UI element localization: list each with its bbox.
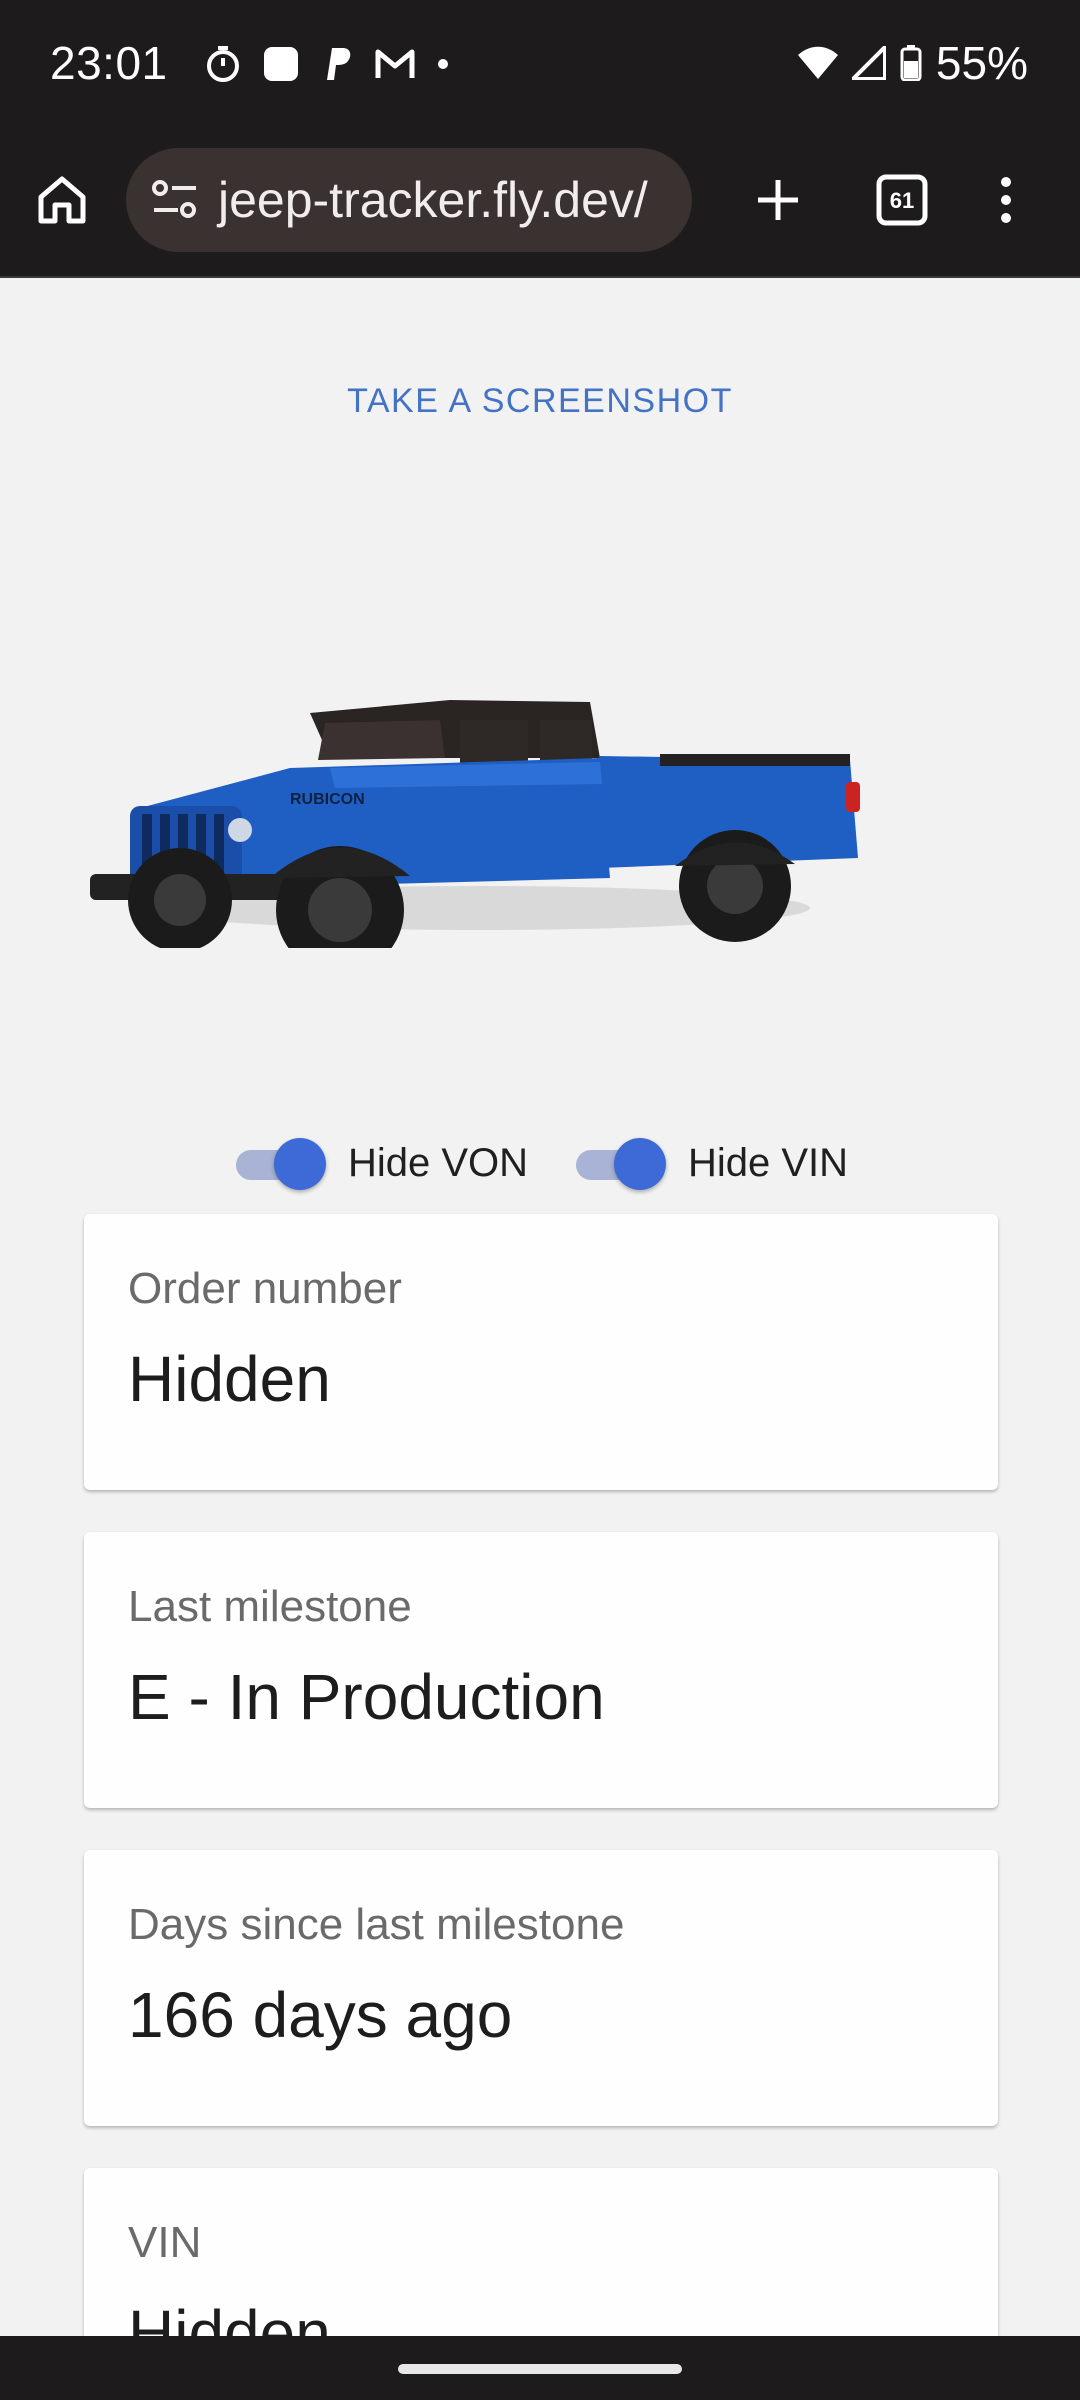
card-label: Last milestone (128, 1582, 412, 1631)
take-screenshot-button[interactable]: TAKE A SCREENSHOT (0, 382, 1080, 421)
hide-vin-switch[interactable] (572, 1136, 668, 1190)
new-tab-button[interactable] (738, 160, 818, 240)
site-settings-icon[interactable] (150, 178, 200, 222)
home-icon (38, 176, 86, 224)
system-icons: 55% (797, 36, 1028, 90)
home-gesture-handle[interactable] (398, 2364, 682, 2374)
last-milestone-card: Last milestone E - In Production (84, 1532, 998, 1808)
battery-icon (900, 45, 922, 81)
days-since-milestone-card: Days since last milestone 166 days ago (84, 1850, 998, 2126)
browser-toolbar: jeep-tracker.fly.dev/ 61 (0, 130, 1080, 276)
notification-icons (205, 44, 449, 84)
switch-thumb (273, 1138, 326, 1190)
hide-von-toggle-group: Hide VON (232, 1136, 528, 1190)
timer-icon (207, 46, 239, 82)
hide-vin-label: Hide VIN (688, 1140, 849, 1185)
card-label: VIN (128, 2218, 202, 2267)
card-label: Days since last milestone (128, 1900, 625, 1949)
vin-card: VIN Hidden (84, 2168, 998, 2336)
gmail-icon (375, 49, 415, 78)
square-icon (264, 47, 298, 81)
tab-switcher-button[interactable]: 61 (862, 160, 942, 240)
signal-icon (851, 46, 886, 80)
hide-von-switch[interactable] (232, 1136, 328, 1190)
status-bar: 23:01 55% (0, 0, 1080, 130)
switch-thumb (614, 1138, 666, 1190)
jeep-image: RUBICON (80, 608, 880, 974)
card-value: Hidden (128, 2297, 331, 2336)
order-number-card: Order number Hidden (84, 1214, 998, 1490)
web-page: TAKE A SCREENSHOT RUBICON Hide VON Hide … (0, 276, 1080, 2336)
tabs-icon: 61 (876, 174, 928, 226)
more-options-button[interactable] (966, 160, 1046, 240)
hide-vin-toggle-group: Hide VIN (572, 1136, 848, 1190)
gesture-nav-bar (0, 2336, 1080, 2400)
visibility-toggles: Hide VON Hide VIN (0, 1136, 1080, 1190)
wifi-icon (797, 46, 838, 79)
more-vert-icon (1001, 177, 1011, 223)
home-button[interactable] (22, 160, 102, 240)
address-bar[interactable]: jeep-tracker.fly.dev/ (126, 148, 692, 252)
card-value: E - In Production (128, 1661, 605, 1733)
card-value: 166 days ago (128, 1979, 513, 2051)
hide-von-label: Hide VON (347, 1140, 528, 1185)
card-value: Hidden (128, 1343, 331, 1415)
rubicon-badge: RUBICON (290, 791, 365, 808)
plus-icon (758, 180, 798, 220)
paypal-icon (327, 48, 351, 80)
status-time: 23:01 (50, 37, 168, 89)
dot-icon (438, 59, 448, 69)
card-label: Order number (128, 1264, 402, 1313)
tab-count: 61 (890, 188, 914, 213)
battery-percent: 55% (935, 37, 1028, 89)
url-text: jeep-tracker.fly.dev/ (218, 172, 648, 228)
